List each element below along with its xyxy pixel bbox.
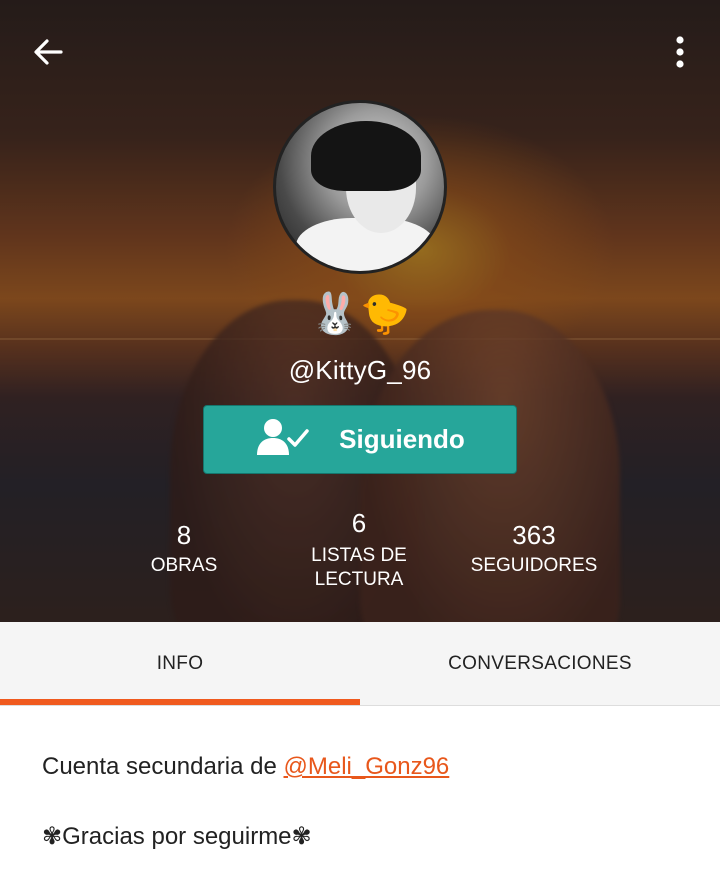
bio-line-thanks: ✾Gracias por seguirme✾ (42, 823, 312, 850)
back-arrow-icon[interactable] (26, 30, 70, 74)
mention-link[interactable]: @Meli_Gonz96 (284, 753, 450, 780)
following-button-label: Siguiendo (339, 424, 465, 454)
profile-tabs: INFO CONVERSACIONES (0, 622, 720, 706)
stat-works-value: 8 (176, 520, 192, 550)
stat-works-label: OBRAS (150, 555, 218, 576)
stat-reading-lists-label-line2: LECTURA (314, 569, 404, 590)
profile-emojis: 🐰🐤 (310, 291, 410, 337)
bio-prefix-text: Cuenta secundaria de (42, 753, 284, 780)
profile-header: 🐰🐤 @KittyG_96 Siguiendo 8 OBRAS 6 LISTAS… (0, 0, 720, 622)
profile-username: @KittyG_96 (288, 355, 432, 385)
stat-reading-lists-label-line1: LISTAS DE (311, 545, 407, 566)
tab-conversations[interactable]: CONVERSACIONES (360, 622, 720, 706)
tab-info[interactable]: INFO (0, 622, 360, 706)
bio-line-secondary-account: Cuenta secundaria de @Meli_Gonz96 (42, 750, 449, 784)
active-tab-indicator (0, 699, 360, 705)
stat-reading-lists-value: 6 (351, 508, 367, 538)
stat-followers-label: SEGUIDORES (470, 555, 598, 576)
following-button[interactable]: Siguiendo (203, 405, 517, 474)
stat-followers[interactable]: 363 SEGUIDORES (434, 520, 634, 578)
avatar-hair (311, 121, 421, 191)
user-check-icon (255, 417, 311, 462)
profile-avatar[interactable] (273, 100, 447, 274)
stat-works[interactable]: 8 OBRAS (84, 520, 284, 578)
stat-reading-lists[interactable]: 6 LISTAS DE LECTURA (259, 508, 459, 592)
stat-followers-value: 363 (512, 520, 556, 550)
more-options-icon[interactable] (660, 30, 700, 74)
stat-reading-lists-label: LISTAS DE LECTURA (259, 544, 459, 592)
